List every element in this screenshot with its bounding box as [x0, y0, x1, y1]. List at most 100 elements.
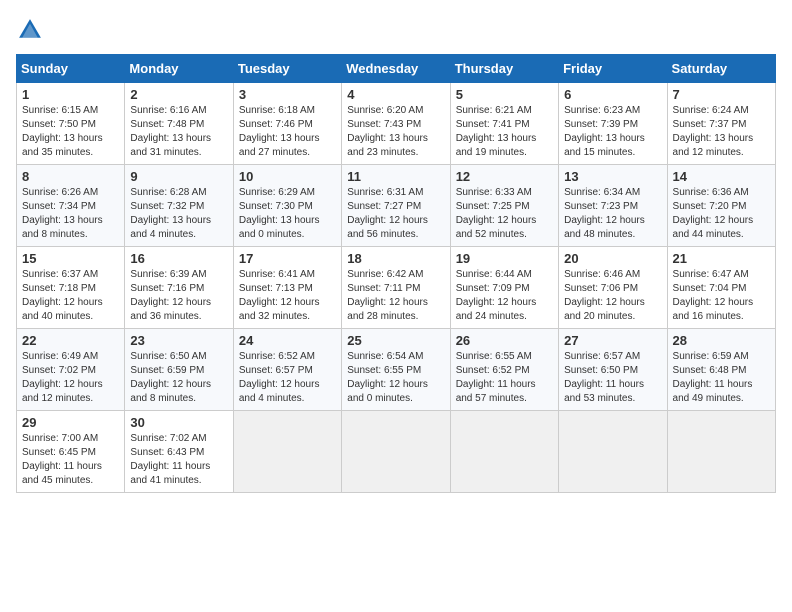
calendar-cell: 18 Sunrise: 6:42 AMSunset: 7:11 PMDayligh…: [342, 247, 450, 329]
day-number: 25: [347, 333, 444, 348]
cell-info: Sunrise: 6:59 AMSunset: 6:48 PMDaylight:…: [673, 350, 770, 406]
cell-info: Sunrise: 7:02 AMSunset: 6:43 PMDaylight:…: [130, 432, 227, 488]
day-number: 12: [456, 169, 553, 184]
weekday-header-sunday: Sunday: [17, 55, 125, 83]
day-number: 22: [22, 333, 119, 348]
calendar-cell: 22 Sunrise: 6:49 AMSunset: 7:02 PMDayligh…: [17, 329, 125, 411]
weekday-header-friday: Friday: [559, 55, 667, 83]
calendar-cell: [342, 411, 450, 493]
cell-info: Sunrise: 6:23 AMSunset: 7:39 PMDaylight:…: [564, 104, 661, 160]
day-number: 2: [130, 87, 227, 102]
day-number: 28: [673, 333, 770, 348]
calendar-cell: 28 Sunrise: 6:59 AMSunset: 6:48 PMDayligh…: [667, 329, 775, 411]
day-number: 19: [456, 251, 553, 266]
day-number: 20: [564, 251, 661, 266]
calendar-cell: 14 Sunrise: 6:36 AMSunset: 7:20 PMDayligh…: [667, 165, 775, 247]
day-number: 4: [347, 87, 444, 102]
calendar-cell: 17 Sunrise: 6:41 AMSunset: 7:13 PMDayligh…: [233, 247, 341, 329]
cell-info: Sunrise: 6:24 AMSunset: 7:37 PMDaylight:…: [673, 104, 770, 160]
day-number: 30: [130, 415, 227, 430]
calendar-cell: [559, 411, 667, 493]
cell-info: Sunrise: 6:55 AMSunset: 6:52 PMDaylight:…: [456, 350, 553, 406]
page-header: [16, 16, 776, 44]
cell-info: Sunrise: 6:20 AMSunset: 7:43 PMDaylight:…: [347, 104, 444, 160]
cell-info: Sunrise: 6:18 AMSunset: 7:46 PMDaylight:…: [239, 104, 336, 160]
calendar-cell: 23 Sunrise: 6:50 AMSunset: 6:59 PMDayligh…: [125, 329, 233, 411]
cell-info: Sunrise: 6:54 AMSunset: 6:55 PMDaylight:…: [347, 350, 444, 406]
day-number: 9: [130, 169, 227, 184]
cell-info: Sunrise: 6:42 AMSunset: 7:11 PMDaylight:…: [347, 268, 444, 324]
day-number: 27: [564, 333, 661, 348]
cell-info: Sunrise: 6:29 AMSunset: 7:30 PMDaylight:…: [239, 186, 336, 242]
day-number: 7: [673, 87, 770, 102]
cell-info: Sunrise: 6:15 AMSunset: 7:50 PMDaylight:…: [22, 104, 119, 160]
weekday-header-thursday: Thursday: [450, 55, 558, 83]
day-number: 5: [456, 87, 553, 102]
calendar-cell: 1 Sunrise: 6:15 AMSunset: 7:50 PMDaylight…: [17, 83, 125, 165]
week-row-3: 15Sunrise: 6:37 AMSunset: 7:18 PMDayligh…: [17, 247, 776, 329]
calendar-cell: 26 Sunrise: 6:55 AMSunset: 6:52 PMDayligh…: [450, 329, 558, 411]
cell-info: Sunrise: 6:49 AMSunset: 7:02 PMDaylight:…: [22, 350, 119, 406]
calendar-cell: 27 Sunrise: 6:57 AMSunset: 6:50 PMDayligh…: [559, 329, 667, 411]
cell-info: Sunrise: 6:44 AMSunset: 7:09 PMDaylight:…: [456, 268, 553, 324]
calendar-cell: 20 Sunrise: 6:46 AMSunset: 7:06 PMDayligh…: [559, 247, 667, 329]
day-number: 6: [564, 87, 661, 102]
cell-info: Sunrise: 6:52 AMSunset: 6:57 PMDaylight:…: [239, 350, 336, 406]
day-number: 11: [347, 169, 444, 184]
cell-info: Sunrise: 6:16 AMSunset: 7:48 PMDaylight:…: [130, 104, 227, 160]
calendar-cell: 21Sunrise: 6:47 AMSunset: 7:04 PMDayligh…: [667, 247, 775, 329]
weekday-header-saturday: Saturday: [667, 55, 775, 83]
cell-info: Sunrise: 7:00 AMSunset: 6:45 PMDaylight:…: [22, 432, 119, 488]
calendar-cell: [667, 411, 775, 493]
week-row-1: 1 Sunrise: 6:15 AMSunset: 7:50 PMDaylight…: [17, 83, 776, 165]
day-number: 18: [347, 251, 444, 266]
cell-info: Sunrise: 6:57 AMSunset: 6:50 PMDaylight:…: [564, 350, 661, 406]
calendar-cell: 4 Sunrise: 6:20 AMSunset: 7:43 PMDaylight…: [342, 83, 450, 165]
cell-info: Sunrise: 6:41 AMSunset: 7:13 PMDaylight:…: [239, 268, 336, 324]
day-number: 17: [239, 251, 336, 266]
calendar-cell: 11 Sunrise: 6:31 AMSunset: 7:27 PMDayligh…: [342, 165, 450, 247]
day-number: 3: [239, 87, 336, 102]
logo-icon: [16, 16, 44, 44]
day-number: 21: [673, 251, 770, 266]
day-number: 13: [564, 169, 661, 184]
day-number: 29: [22, 415, 119, 430]
calendar-cell: 29 Sunrise: 7:00 AMSunset: 6:45 PMDayligh…: [17, 411, 125, 493]
week-row-2: 8Sunrise: 6:26 AMSunset: 7:34 PMDaylight…: [17, 165, 776, 247]
cell-info: Sunrise: 6:26 AMSunset: 7:34 PMDaylight:…: [22, 186, 119, 242]
weekday-header-tuesday: Tuesday: [233, 55, 341, 83]
day-number: 10: [239, 169, 336, 184]
cell-info: Sunrise: 6:33 AMSunset: 7:25 PMDaylight:…: [456, 186, 553, 242]
calendar-table: SundayMondayTuesdayWednesdayThursdayFrid…: [16, 54, 776, 493]
weekday-header-monday: Monday: [125, 55, 233, 83]
calendar-cell: 2 Sunrise: 6:16 AMSunset: 7:48 PMDaylight…: [125, 83, 233, 165]
calendar-cell: 3 Sunrise: 6:18 AMSunset: 7:46 PMDaylight…: [233, 83, 341, 165]
cell-info: Sunrise: 6:46 AMSunset: 7:06 PMDaylight:…: [564, 268, 661, 324]
cell-info: Sunrise: 6:21 AMSunset: 7:41 PMDaylight:…: [456, 104, 553, 160]
day-number: 23: [130, 333, 227, 348]
week-row-4: 22 Sunrise: 6:49 AMSunset: 7:02 PMDayligh…: [17, 329, 776, 411]
calendar-cell: 16 Sunrise: 6:39 AMSunset: 7:16 PMDayligh…: [125, 247, 233, 329]
day-number: 24: [239, 333, 336, 348]
calendar-cell: [233, 411, 341, 493]
calendar-cell: 13 Sunrise: 6:34 AMSunset: 7:23 PMDayligh…: [559, 165, 667, 247]
week-row-5: 29 Sunrise: 7:00 AMSunset: 6:45 PMDayligh…: [17, 411, 776, 493]
weekday-header-wednesday: Wednesday: [342, 55, 450, 83]
day-number: 26: [456, 333, 553, 348]
day-number: 1: [22, 87, 119, 102]
cell-info: Sunrise: 6:39 AMSunset: 7:16 PMDaylight:…: [130, 268, 227, 324]
day-number: 14: [673, 169, 770, 184]
calendar-cell: 9Sunrise: 6:28 AMSunset: 7:32 PMDaylight…: [125, 165, 233, 247]
cell-info: Sunrise: 6:50 AMSunset: 6:59 PMDaylight:…: [130, 350, 227, 406]
calendar-cell: 6 Sunrise: 6:23 AMSunset: 7:39 PMDaylight…: [559, 83, 667, 165]
day-number: 16: [130, 251, 227, 266]
calendar-cell: [450, 411, 558, 493]
cell-info: Sunrise: 6:31 AMSunset: 7:27 PMDaylight:…: [347, 186, 444, 242]
logo: [16, 16, 48, 44]
calendar-cell: 19 Sunrise: 6:44 AMSunset: 7:09 PMDayligh…: [450, 247, 558, 329]
cell-info: Sunrise: 6:36 AMSunset: 7:20 PMDaylight:…: [673, 186, 770, 242]
calendar-cell: 12 Sunrise: 6:33 AMSunset: 7:25 PMDayligh…: [450, 165, 558, 247]
day-number: 15: [22, 251, 119, 266]
cell-info: Sunrise: 6:34 AMSunset: 7:23 PMDaylight:…: [564, 186, 661, 242]
calendar-cell: 30 Sunrise: 7:02 AMSunset: 6:43 PMDayligh…: [125, 411, 233, 493]
